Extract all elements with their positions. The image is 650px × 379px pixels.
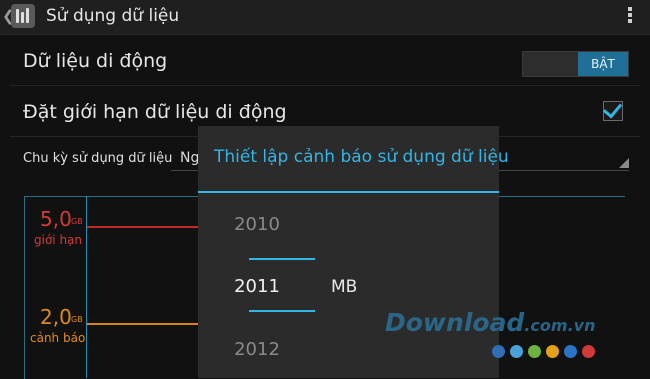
- set-limit-checkbox[interactable]: [602, 98, 623, 121]
- cycle-label: Chu kỳ sử dụng dữ liệu: [23, 151, 173, 166]
- data-usage-settings-icon[interactable]: [11, 4, 35, 28]
- overflow-menu-icon[interactable]: [627, 7, 633, 25]
- dialog-divider: [198, 191, 499, 193]
- warning-value: 2,0: [40, 305, 72, 329]
- picker-item-selected[interactable]: 2011: [198, 276, 316, 297]
- page-title: Sử dụng dữ liệu: [46, 6, 180, 26]
- watermark-dot: [582, 345, 595, 358]
- dropdown-caret-icon: [619, 158, 629, 168]
- watermark-text: Download: [385, 308, 525, 337]
- picker-selection-bottom-line: [249, 310, 315, 312]
- watermark-domain: .com.vn: [524, 316, 596, 335]
- set-limit-label: Đặt giới hạn dữ liệu di động: [23, 101, 287, 123]
- toggle-on-label: BẬT: [578, 52, 628, 76]
- unit-label: MB: [331, 277, 358, 297]
- warning-unit: GB: [71, 315, 83, 324]
- watermark-dot: [528, 345, 541, 358]
- picker-selection-top-line: [249, 258, 315, 260]
- limit-line[interactable]: [87, 226, 198, 228]
- limit-label: giới hạn: [34, 233, 83, 247]
- dialog-title: Thiết lập cảnh báo sử dụng dữ liệu: [214, 147, 509, 167]
- picker-item-below[interactable]: 2012: [198, 339, 316, 360]
- watermark-dot: [564, 345, 577, 358]
- warning-dialog: Thiết lập cảnh báo sử dụng dữ liệu 2010 …: [198, 126, 509, 378]
- download-watermark-logo: Download.com.vn: [385, 308, 595, 337]
- watermark-dot: [510, 345, 523, 358]
- limit-unit: GB: [71, 217, 83, 226]
- mobile-data-toggle[interactable]: BẬT: [522, 51, 629, 77]
- chart-cycle-marker[interactable]: [86, 196, 87, 378]
- warning-line[interactable]: [87, 323, 198, 325]
- mobile-data-label: Dữ liệu di động: [23, 50, 168, 72]
- picker-item-above[interactable]: 2010: [198, 214, 316, 235]
- watermark-dot: [546, 345, 559, 358]
- limit-value: 5,0: [40, 207, 72, 231]
- cycle-value: Ng: [180, 150, 200, 166]
- watermark-dots: [492, 343, 600, 362]
- warning-label: cảnh báo: [30, 331, 86, 345]
- action-bar: ❮ Sử dụng dữ liệu: [0, 0, 650, 35]
- checkmark-icon: [602, 98, 623, 119]
- watermark-dot: [492, 345, 505, 358]
